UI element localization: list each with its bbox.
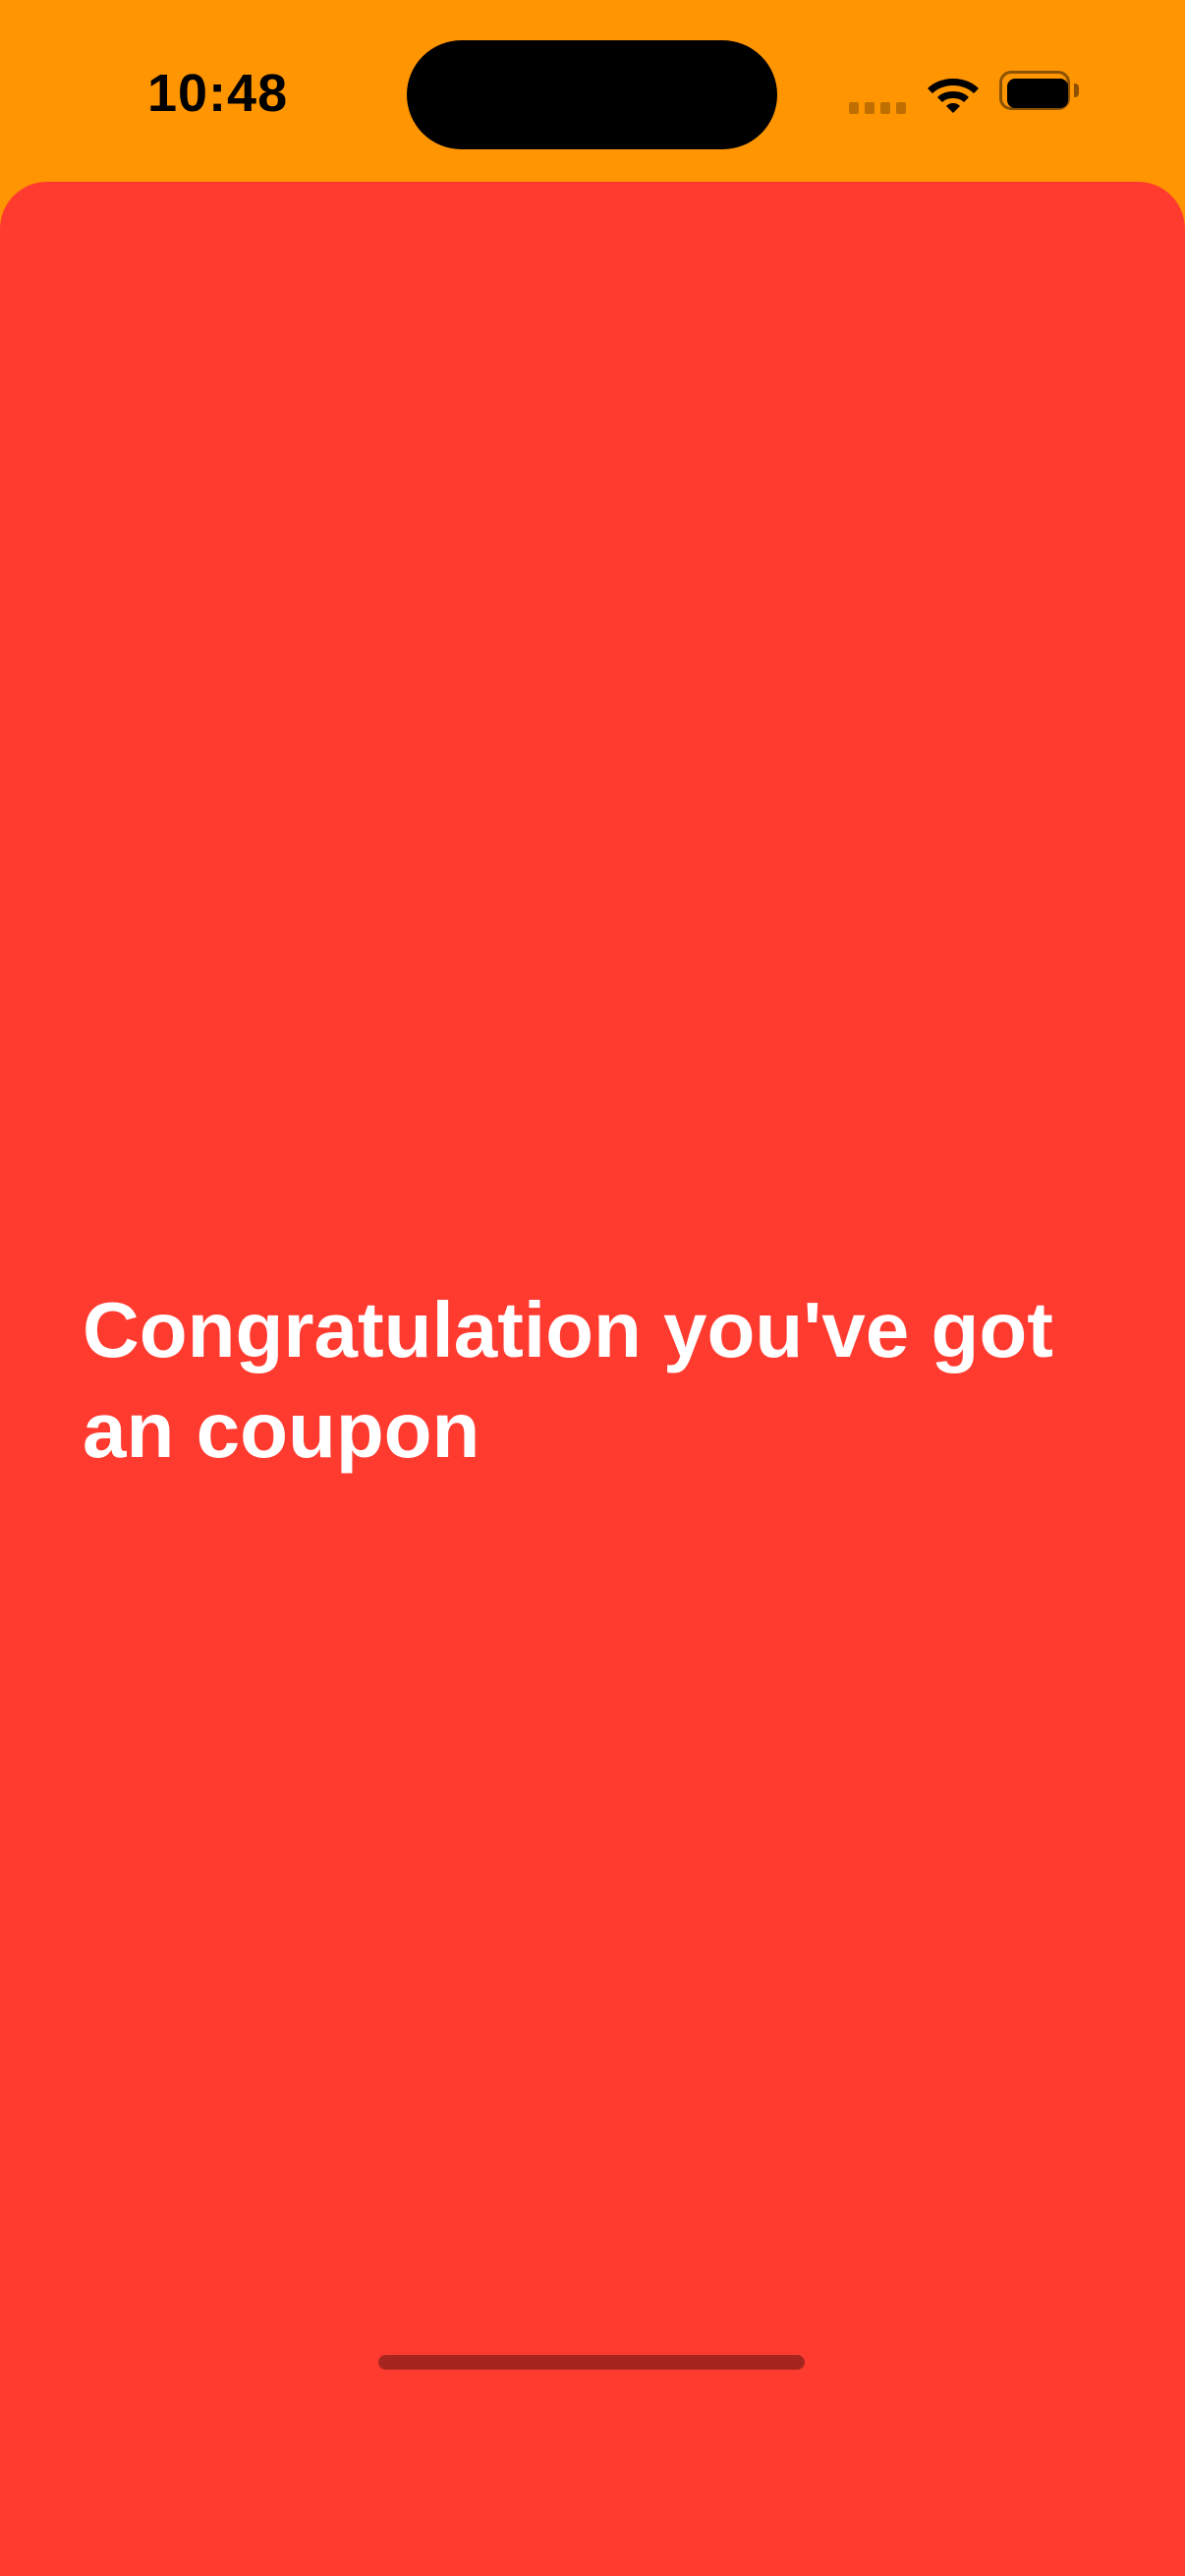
dynamic-island [407,40,777,149]
coupon-sheet: Congratulation you've got an coupon [0,182,1185,2576]
cellular-signal-icon [849,102,908,114]
battery-body [999,71,1070,110]
status-bar: 10:48 [0,0,1185,183]
wifi-icon [928,79,979,113]
battery-icon [999,71,1081,114]
status-time: 10:48 [147,64,289,123]
congratulation-message: Congratulation you've got an coupon [83,1286,1053,1474]
battery-tip [1074,84,1079,97]
battery-fill [1007,79,1068,108]
home-indicator[interactable] [378,2355,805,2370]
